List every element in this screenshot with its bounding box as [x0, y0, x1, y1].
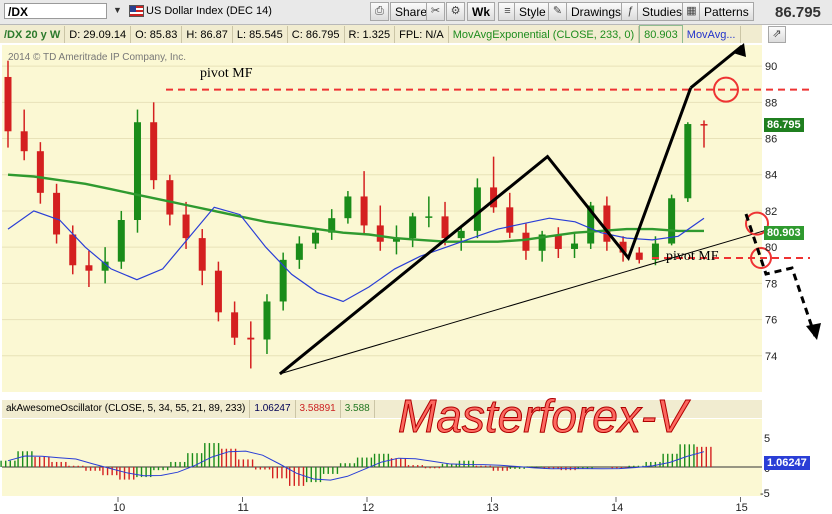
candle-body: [166, 180, 174, 215]
grid: [2, 65, 762, 357]
wave-pattern-line: [278, 87, 693, 376]
price-axis-labels: 74 76 78 80 82 84 86 88 90: [765, 61, 777, 363]
time-tick-label: 14: [611, 502, 623, 514]
candle-body: [425, 216, 433, 218]
osc-tick-label: 5: [764, 433, 770, 445]
oscillator-histogram: [0, 443, 762, 486]
candle-body: [214, 270, 222, 313]
candle-body: [457, 230, 465, 239]
candle-body: [85, 265, 93, 271]
candle-body: [506, 207, 514, 233]
candle-body: [344, 196, 352, 219]
time-tick-label: 12: [362, 502, 374, 514]
price-tick-label: 84: [765, 170, 777, 182]
candle-body: [684, 124, 692, 199]
candle-body: [133, 122, 141, 220]
candle-body: [69, 234, 77, 266]
candle-body: [635, 252, 643, 260]
oscillator-signal-line: [7, 450, 705, 481]
candle-body: [117, 220, 125, 262]
candle-body: [150, 122, 158, 181]
watermark-text: Masterforex-V: [398, 390, 691, 442]
candle-body: [409, 216, 417, 239]
time-tick-label: 11: [238, 502, 249, 514]
price-tick-label: 82: [765, 206, 777, 218]
candle-body: [295, 243, 303, 260]
price-tick-label: 80: [765, 242, 777, 254]
osc-tick-label: -5: [760, 488, 770, 500]
time-tick-label: 13: [487, 502, 499, 514]
candle-body: [247, 337, 255, 340]
candle-body: [376, 225, 384, 242]
candle-body: [441, 216, 449, 239]
price-chart: 74 76 78 80 82 84 86 88 90 10 11 12 13 14 15 pivot MF…: [0, 43, 821, 514]
price-tick-label: 86: [765, 134, 777, 146]
price-tick-label: 78: [765, 278, 777, 290]
candle-body: [20, 131, 28, 152]
last-price-tag: 86.795: [764, 118, 804, 132]
time-axis-labels: 10 11 12 13 14 15: [113, 497, 748, 514]
candle-body: [312, 232, 320, 244]
time-tick-label: 15: [736, 502, 748, 514]
candle-body: [36, 151, 44, 193]
candle-body: [700, 124, 708, 126]
candles: [4, 60, 708, 369]
candle-body: [4, 76, 12, 132]
candle-body: [360, 196, 368, 226]
pivot-label-top: pivot MF: [200, 66, 253, 81]
candle-body: [198, 238, 206, 271]
candle-body: [182, 214, 190, 239]
pivot-label-bottom: pivot MF: [666, 249, 719, 264]
price-tick-label: 88: [765, 97, 777, 109]
candle-body: [571, 243, 579, 249]
price-tick-label: 76: [765, 315, 777, 327]
candle-body: [53, 192, 61, 235]
candle-body: [263, 301, 271, 340]
time-tick-label: 10: [113, 502, 125, 514]
oscillator-value-tag: 1.06247: [764, 456, 810, 470]
ema-price-tag: 80.903: [764, 226, 804, 240]
candle-body: [473, 187, 481, 231]
price-tick-label: 74: [765, 351, 777, 363]
candle-body: [522, 232, 530, 251]
candle-body: [554, 234, 562, 249]
candle-body: [231, 312, 239, 338]
bearish-arrow-head: [806, 323, 821, 340]
price-tick-label: 90: [765, 61, 777, 73]
